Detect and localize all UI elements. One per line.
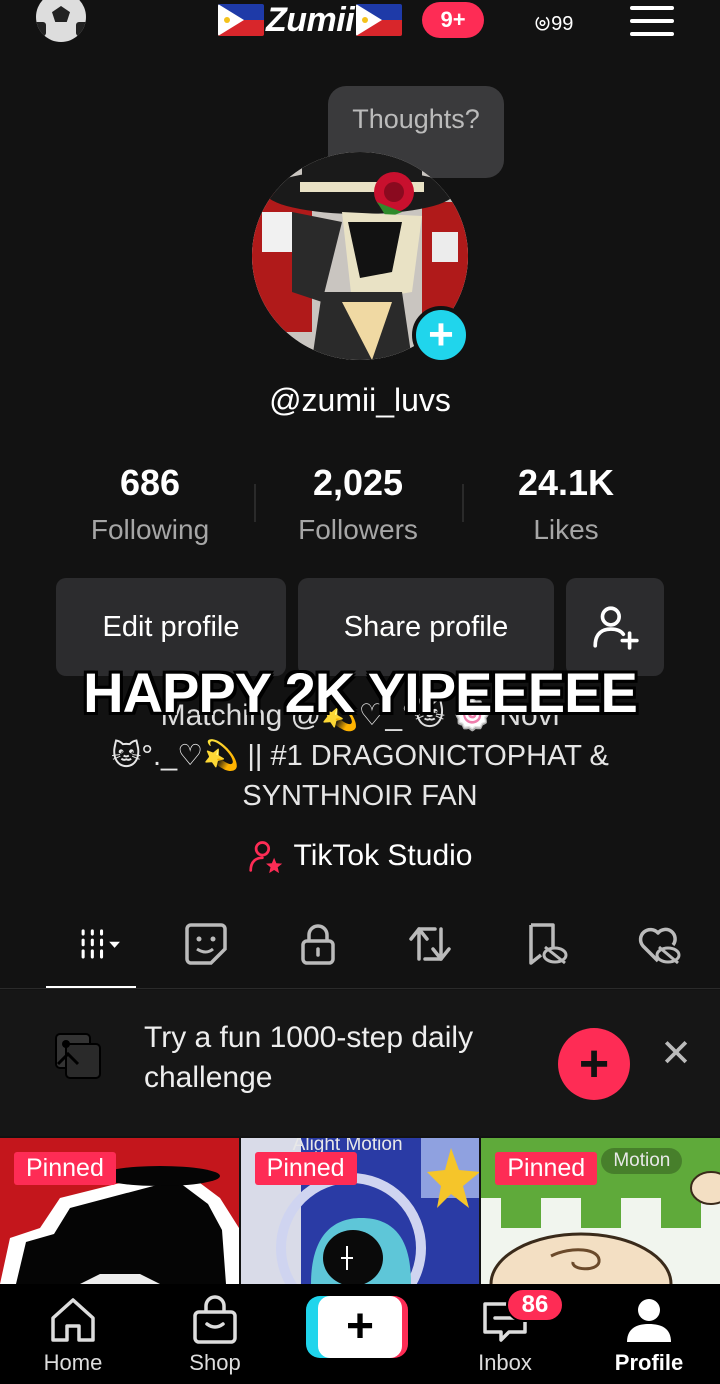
nav-label: Inbox [478, 1350, 532, 1375]
heart-hidden-icon [638, 927, 681, 965]
nav-shop[interactable]: Shop [160, 1294, 270, 1376]
stat-followers[interactable]: 2,025 Followers [254, 462, 462, 562]
bio-line: SYNTHNOIR FAN [242, 780, 478, 812]
glyph-main: ၑ [534, 4, 552, 37]
tab-reposts[interactable] [400, 916, 460, 972]
nav-label: Profile [614, 1350, 684, 1375]
profile-stats: 686 Following 2,025 Followers 24.1K Like… [46, 462, 670, 562]
challenge-banner[interactable]: Try a fun 1000-step daily challenge + ✕ [0, 990, 720, 1136]
notification-badge[interactable]: 9+ [422, 2, 484, 38]
sticker-icon [185, 923, 227, 965]
home-icon [51, 1298, 95, 1342]
stat-label: Followers [298, 514, 418, 545]
creator-glyph-icon[interactable]: ၑ99 [534, 0, 573, 45]
account-title: Zumii [266, 0, 355, 39]
video-grid: Pinned Alight Motion Pinned Motion Pinne [0, 1138, 720, 1284]
bookmark-hidden-icon [529, 923, 568, 965]
stat-following[interactable]: 686 Following [46, 462, 254, 562]
stat-label: Following [90, 514, 210, 545]
pinned-badge: Pinned [495, 1152, 598, 1185]
shopping-bag-icon [193, 1295, 237, 1344]
stat-divider [254, 484, 256, 522]
overlay-caption: HAPPY 2K YIPEEEEE [83, 661, 638, 724]
tab-private[interactable] [288, 916, 348, 972]
studio-icon [248, 841, 282, 874]
thoughts-text: Thoughts? [352, 104, 480, 134]
nav-home[interactable]: Home [18, 1294, 128, 1376]
pinned-badge: Pinned [254, 1152, 357, 1185]
video-thumbnail[interactable]: Alight Motion Pinned [240, 1138, 480, 1284]
create-button[interactable]: + [306, 1296, 408, 1358]
bio-line: 🐱°._♡💫 || #1 DRAGONICTOPHAT & [111, 740, 609, 772]
video-thumbnail[interactable]: Motion Pinned [481, 1138, 720, 1284]
soccer-ball-icon[interactable] [36, 0, 86, 42]
username: @zumii_luvs [269, 382, 451, 418]
tab-liked[interactable] [628, 916, 688, 972]
gallery-icon [55, 1033, 101, 1079]
lock-icon [301, 924, 335, 965]
grid-dropdown-icon [81, 929, 120, 959]
repost-icon [409, 927, 451, 961]
tab-favorites[interactable] [516, 916, 576, 972]
content-tabs [0, 916, 720, 992]
watermark: Motion [601, 1148, 683, 1174]
nav-label: Shop [189, 1350, 241, 1375]
divider [0, 988, 720, 989]
add-user-icon [593, 606, 639, 650]
glyph-sub: 99 [551, 13, 574, 35]
tab-videos[interactable] [62, 916, 138, 972]
inbox-badge: 86 [506, 1288, 564, 1322]
challenge-text: Try a fun 1000-step daily challenge [144, 1021, 474, 1094]
avatar-add-button[interactable]: + [412, 306, 470, 364]
tab-stickers[interactable] [176, 916, 236, 972]
philippines-flag-icon [356, 4, 403, 36]
stat-value: 2,025 [312, 462, 404, 503]
stat-divider [462, 484, 464, 522]
challenge-add-button[interactable]: + [558, 1028, 630, 1100]
tiktok-studio-link[interactable]: TikTok Studio [0, 838, 720, 874]
account-switcher[interactable]: Zumii [218, 0, 403, 40]
nav-label: Home [43, 1350, 103, 1375]
plus-icon: + [318, 1296, 402, 1358]
nav-profile[interactable]: Profile [594, 1294, 704, 1376]
stat-likes[interactable]: 24.1K Likes [462, 462, 670, 562]
studio-label: TikTok Studio [293, 839, 473, 872]
bottom-navigation: Home Shop + Inbox 86 Profile [0, 1284, 720, 1384]
profile-icon [627, 1299, 671, 1342]
top-bar: Zumii 9+ ၑ99 [0, 0, 720, 48]
video-thumbnail[interactable]: Pinned [0, 1138, 239, 1284]
philippines-flag-icon [218, 4, 264, 36]
stat-label: Likes [533, 514, 599, 545]
pinned-badge: Pinned [14, 1152, 116, 1185]
stat-value: 24.1K [517, 462, 615, 503]
close-icon[interactable]: ✕ [656, 1034, 696, 1074]
stat-value: 686 [119, 462, 181, 503]
hamburger-menu-icon[interactable] [630, 6, 674, 36]
